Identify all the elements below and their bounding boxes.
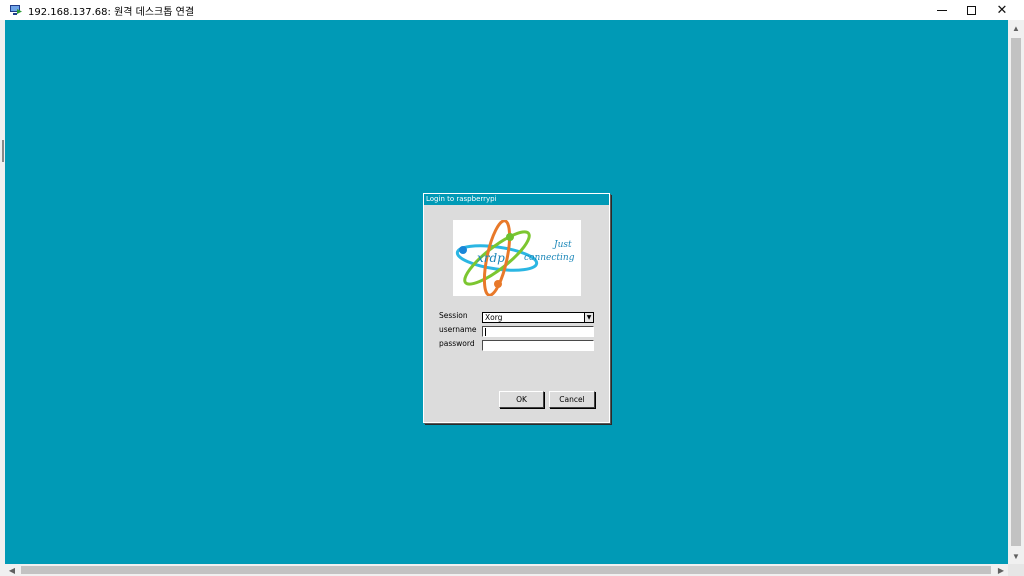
username-label: username bbox=[439, 325, 477, 334]
logo-tagline-line1: Just bbox=[554, 240, 572, 250]
remote-desktop-surface[interactable]: Login to raspberrypi xrdp Just connectin… bbox=[5, 20, 1008, 564]
scroll-left-arrow-icon[interactable]: ◀ bbox=[5, 564, 19, 576]
minimize-button[interactable] bbox=[926, 0, 958, 20]
xrdp-logo: xrdp Just connecting bbox=[453, 220, 581, 296]
close-icon: ✕ bbox=[996, 2, 1008, 18]
scroll-right-arrow-icon[interactable]: ▶ bbox=[994, 564, 1008, 576]
vertical-scroll-thumb[interactable] bbox=[1011, 38, 1021, 546]
scroll-down-arrow-icon[interactable]: ▼ bbox=[1008, 548, 1024, 564]
dropdown-arrow-icon[interactable]: ▼ bbox=[584, 313, 593, 322]
text-caret bbox=[485, 328, 486, 336]
scrollbar-corner bbox=[1008, 564, 1024, 576]
session-select[interactable]: Xorg ▼ bbox=[482, 312, 594, 323]
logo-tagline-line2: connecting bbox=[524, 253, 575, 263]
window-resize-notch bbox=[2, 140, 4, 162]
horizontal-scroll-thumb[interactable] bbox=[21, 566, 991, 574]
password-input[interactable] bbox=[482, 340, 594, 351]
minimize-icon bbox=[937, 9, 947, 11]
window-title-bar[interactable]: 192.168.137.68: 원격 데스크톱 연결 bbox=[0, 0, 1024, 20]
cancel-button[interactable]: Cancel bbox=[549, 391, 595, 408]
password-label: password bbox=[439, 339, 475, 348]
scroll-up-arrow-icon[interactable]: ▲ bbox=[1008, 20, 1024, 36]
remote-desktop-icon bbox=[10, 4, 22, 16]
window-title: 192.168.137.68: 원격 데스크톱 연결 bbox=[28, 6, 195, 18]
ok-button[interactable]: OK bbox=[499, 391, 544, 408]
maximize-icon bbox=[966, 5, 976, 15]
session-label: Session bbox=[439, 311, 468, 320]
horizontal-scrollbar[interactable]: ◀ ▶ bbox=[5, 564, 1008, 576]
logo-brand-text: xrdp bbox=[477, 251, 505, 265]
dialog-title-bar[interactable]: Login to raspberrypi bbox=[424, 194, 609, 205]
vertical-scrollbar[interactable]: ▲ ▼ bbox=[1008, 20, 1024, 564]
maximize-button[interactable] bbox=[955, 0, 987, 20]
login-dialog: Login to raspberrypi xrdp Just connectin… bbox=[423, 193, 610, 423]
session-value: Xorg bbox=[485, 313, 503, 322]
close-button[interactable]: ✕ bbox=[986, 0, 1018, 20]
username-input[interactable] bbox=[482, 326, 594, 337]
